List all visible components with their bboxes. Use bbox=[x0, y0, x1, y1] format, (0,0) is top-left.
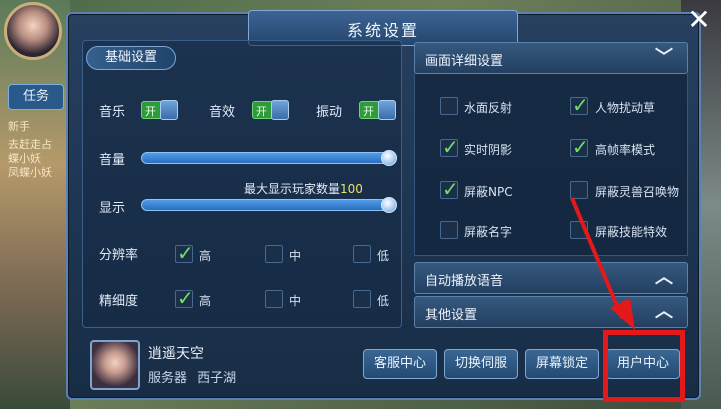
display-label: 显示 bbox=[99, 201, 126, 216]
dialog-title: 系统设置 bbox=[346, 21, 419, 40]
check-icon: ✓ bbox=[177, 241, 194, 265]
vibrate-label: 振动 bbox=[316, 105, 343, 120]
hide-names-label: 屏蔽名字 bbox=[464, 225, 513, 239]
toggle-knob bbox=[271, 100, 289, 120]
detail-medium-label: 中 bbox=[289, 294, 302, 308]
max-players-value: 100 bbox=[340, 182, 363, 196]
game-background-left bbox=[0, 0, 70, 409]
water-reflection-label: 水面反射 bbox=[464, 101, 513, 115]
resolution-low-label: 低 bbox=[377, 249, 390, 263]
water-reflection-checkbox[interactable] bbox=[440, 97, 458, 115]
character-grass-label: 人物扰动草 bbox=[595, 101, 656, 115]
check-icon: ✓ bbox=[442, 177, 459, 201]
detail-low-checkbox[interactable] bbox=[353, 290, 371, 308]
task-line: 新手 bbox=[8, 120, 30, 133]
other-settings-title: 其他设置 bbox=[425, 308, 478, 323]
task-line: 凤蝶小妖 bbox=[8, 166, 52, 179]
close-icon[interactable]: ✕ bbox=[684, 6, 714, 36]
vibrate-toggle[interactable]: 开 bbox=[359, 100, 396, 120]
lock-screen-button[interactable]: 屏幕锁定 bbox=[525, 349, 599, 379]
basic-settings-header: 基础设置 bbox=[86, 46, 176, 70]
display-slider[interactable] bbox=[141, 199, 389, 211]
sfx-label: 音效 bbox=[209, 105, 236, 120]
highlight-box-annotation bbox=[603, 330, 685, 402]
realtime-shadow-checkbox[interactable]: ✓ bbox=[440, 135, 459, 159]
hide-npc-label: 屏蔽NPC bbox=[464, 185, 513, 199]
sfx-toggle[interactable]: 开 bbox=[252, 100, 289, 120]
display-slider-handle[interactable] bbox=[381, 197, 397, 213]
character-grass-checkbox[interactable]: ✓ bbox=[570, 93, 589, 117]
detail-high-label: 高 bbox=[199, 294, 212, 308]
avatar bbox=[90, 340, 140, 390]
toggle-knob bbox=[378, 100, 396, 120]
detail-label: 精细度 bbox=[99, 294, 139, 309]
chevron-down-icon[interactable]: ﹀ bbox=[653, 48, 675, 68]
player-name: 逍遥天空 bbox=[148, 346, 204, 362]
music-label: 音乐 bbox=[99, 105, 126, 120]
switch-server-button[interactable]: 切换伺服 bbox=[444, 349, 518, 379]
detail-high-checkbox[interactable]: ✓ bbox=[175, 286, 194, 310]
hide-npc-checkbox[interactable]: ✓ bbox=[440, 177, 459, 201]
task-tab[interactable]: 任务 bbox=[8, 84, 64, 110]
toggle-on-text: 开 bbox=[145, 105, 156, 118]
detail-medium-checkbox[interactable] bbox=[265, 290, 283, 308]
graphics-detail-title: 画面详细设置 bbox=[425, 54, 504, 69]
chevron-up-icon[interactable]: ︿ bbox=[653, 302, 675, 322]
volume-slider-handle[interactable] bbox=[381, 150, 397, 166]
music-toggle[interactable]: 开 bbox=[141, 100, 178, 120]
player-portrait[interactable] bbox=[4, 2, 62, 60]
max-players-text: 最大显示玩家数量 bbox=[244, 182, 341, 196]
toggle-on-text: 开 bbox=[363, 105, 374, 118]
high-framerate-label: 高帧率模式 bbox=[595, 143, 656, 157]
resolution-high-checkbox[interactable]: ✓ bbox=[175, 241, 194, 265]
toggle-on-text: 开 bbox=[256, 105, 267, 118]
customer-service-button[interactable]: 客服中心 bbox=[363, 349, 437, 379]
detail-low-label: 低 bbox=[377, 294, 390, 308]
volume-label: 音量 bbox=[99, 153, 126, 168]
high-framerate-checkbox[interactable]: ✓ bbox=[570, 135, 589, 159]
chevron-up-icon[interactable]: ︿ bbox=[653, 268, 675, 288]
server-name: 西子湖 bbox=[197, 371, 237, 386]
graphics-detail-header[interactable]: 画面详细设置 ﹀ bbox=[414, 42, 688, 74]
resolution-label: 分辨率 bbox=[99, 248, 139, 263]
resolution-low-checkbox[interactable] bbox=[353, 245, 371, 263]
resolution-high-label: 高 bbox=[199, 249, 212, 263]
server-label: 服务器 bbox=[148, 371, 188, 386]
resolution-medium-label: 中 bbox=[289, 249, 302, 263]
toggle-knob bbox=[160, 100, 178, 120]
server-line: 服务器 西子湖 bbox=[148, 367, 236, 386]
max-players-line: 最大显示玩家数量100 bbox=[244, 180, 363, 197]
check-icon: ✓ bbox=[177, 286, 194, 310]
resolution-medium-checkbox[interactable] bbox=[265, 245, 283, 263]
auto-voice-title: 自动播放语音 bbox=[425, 274, 504, 289]
check-icon: ✓ bbox=[572, 93, 589, 117]
realtime-shadow-label: 实时阴影 bbox=[464, 143, 513, 157]
volume-slider[interactable] bbox=[141, 152, 389, 164]
red-arrow-annotation bbox=[570, 197, 635, 330]
check-icon: ✓ bbox=[442, 135, 459, 159]
check-icon: ✓ bbox=[572, 135, 589, 159]
hide-names-checkbox[interactable] bbox=[440, 221, 458, 239]
